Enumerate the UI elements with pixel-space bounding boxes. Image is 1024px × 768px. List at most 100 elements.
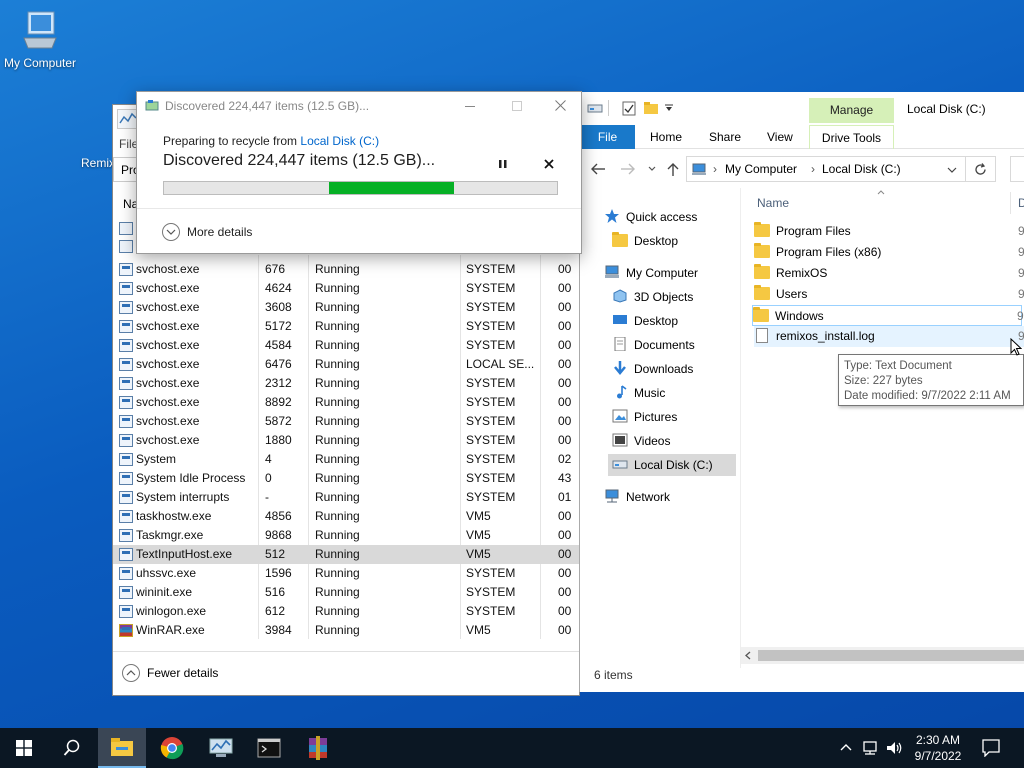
table-row[interactable]: svchost.exe 2312 Running SYSTEM 00	[113, 374, 579, 393]
taskbar-file-explorer[interactable]	[98, 728, 146, 768]
nav-pictures[interactable]: Pictures	[612, 406, 677, 428]
clock[interactable]: 2:30 AM 9/7/2022	[906, 732, 970, 764]
up-arrow-icon[interactable]	[666, 161, 680, 177]
nav-music[interactable]: Music	[612, 382, 665, 404]
horizontal-scrollbar[interactable]	[741, 647, 1024, 664]
nav-desktop[interactable]: Desktop	[612, 310, 678, 332]
column-header-date[interactable]: D	[1018, 196, 1024, 210]
taskbar-winrar[interactable]	[294, 728, 342, 768]
process-name: svchost.exe	[136, 319, 200, 333]
network-tray-icon[interactable]	[862, 740, 880, 756]
table-row[interactable]: svchost.exe 4584 Running SYSTEM 00	[113, 336, 579, 355]
drive-icon	[612, 460, 628, 469]
maximize-button[interactable]	[499, 94, 539, 118]
tab-home[interactable]: Home	[650, 125, 682, 149]
terminal-icon	[257, 738, 281, 758]
address-bar[interactable]: › My Computer › Local Disk (C:)	[686, 156, 966, 182]
table-row[interactable]: winlogon.exe 612 Running SYSTEM 00	[113, 602, 579, 621]
nav-3d-objects[interactable]: 3D Objects	[612, 286, 693, 308]
nav-desktop-pinned[interactable]: Desktop	[612, 230, 678, 252]
back-arrow-icon[interactable]	[590, 162, 606, 176]
volume-icon[interactable]	[886, 740, 904, 756]
manage-tab-header[interactable]: Manage	[809, 98, 894, 123]
taskbar: 2:30 AM 9/7/2022	[0, 728, 1024, 768]
show-hidden-icons-chevron-icon[interactable]	[840, 743, 852, 751]
taskbar-command-prompt[interactable]	[245, 728, 293, 768]
start-button[interactable]	[0, 728, 48, 768]
table-row[interactable]: Taskmgr.exe 9868 Running VM5 00	[113, 526, 579, 545]
cancel-button[interactable]	[539, 154, 559, 174]
nav-label: Desktop	[634, 234, 679, 248]
sort-up-icon	[877, 190, 885, 195]
table-row[interactable]: svchost.exe 5172 Running SYSTEM 00	[113, 317, 579, 336]
process-icon	[119, 472, 133, 485]
process-user: SYSTEM	[466, 585, 516, 599]
source-location-link[interactable]: Local Disk (C:)	[300, 134, 379, 148]
desktop-icon-my-computer[interactable]: My Computer	[0, 8, 80, 70]
table-row[interactable]: svchost.exe 6476 Running LOCAL SE... 00	[113, 355, 579, 374]
properties-icon[interactable]	[622, 101, 636, 116]
table-row[interactable]: svchost.exe 3608 Running SYSTEM 00	[113, 298, 579, 317]
scroll-left-icon[interactable]	[745, 651, 751, 660]
file-list-item[interactable]: Windows 9,	[752, 305, 1024, 326]
file-list-item[interactable]: Users 9,	[754, 284, 1024, 305]
minimize-button[interactable]	[455, 94, 495, 118]
address-dropdown-icon[interactable]	[947, 167, 957, 173]
file-list-item[interactable]: Program Files (x86) 9,	[754, 242, 1024, 263]
breadcrumb-local-disk[interactable]: Local Disk (C:)	[822, 162, 901, 176]
table-row[interactable]: svchost.exe 1880 Running SYSTEM 00	[113, 431, 579, 450]
fewer-details-button[interactable]: Fewer details	[121, 663, 218, 683]
tab-drive-tools[interactable]: Drive Tools	[809, 125, 894, 149]
table-row[interactable]: svchost.exe 8892 Running SYSTEM 00	[113, 393, 579, 412]
refresh-button[interactable]	[966, 156, 996, 182]
tab-view[interactable]: View	[767, 125, 793, 149]
nav-local-disk-selected[interactable]: Local Disk (C:)	[608, 454, 736, 476]
search-button[interactable]	[48, 728, 96, 768]
notifications-icon[interactable]	[982, 739, 1000, 757]
table-row[interactable]: System interrupts - Running SYSTEM 01	[113, 488, 579, 507]
taskbar-chrome[interactable]	[148, 728, 196, 768]
close-button[interactable]	[543, 94, 581, 118]
pause-button[interactable]	[493, 154, 513, 174]
search-box[interactable]	[1010, 156, 1024, 182]
tab-file[interactable]: File	[580, 125, 635, 149]
column-header-name[interactable]: Name	[757, 196, 789, 210]
forward-arrow-icon[interactable]	[620, 162, 636, 176]
table-row[interactable]: svchost.exe 676 Running SYSTEM 00	[113, 260, 579, 279]
scrollbar-thumb[interactable]	[758, 650, 1024, 661]
table-row[interactable]: svchost.exe 4624 Running SYSTEM 00	[113, 279, 579, 298]
process-pid: 1596	[265, 566, 292, 580]
file-list-item[interactable]: remixos_install.log9,	[754, 326, 1024, 347]
nav-videos[interactable]: Videos	[612, 430, 670, 452]
table-row[interactable]: wininit.exe 516 Running SYSTEM 00	[113, 583, 579, 602]
nav-quick-access[interactable]: Quick access	[604, 206, 697, 228]
nav-label: Videos	[634, 434, 671, 448]
process-user: SYSTEM	[466, 566, 516, 580]
desktop-icon-remix[interactable]: Remix	[58, 156, 118, 170]
recent-dropdown-icon[interactable]	[648, 166, 656, 172]
table-row[interactable]: taskhostw.exe 4856 Running VM5 00	[113, 507, 579, 526]
tab-share[interactable]: Share	[709, 125, 741, 149]
taskbar-task-manager[interactable]	[197, 728, 245, 768]
file-list-item[interactable]: RemixOS 9,	[754, 263, 1024, 284]
customize-dropdown-icon[interactable]	[665, 104, 673, 112]
nav-my-computer[interactable]: My Computer	[604, 262, 698, 284]
new-folder-icon[interactable]	[643, 101, 659, 115]
process-name: System interrupts	[136, 490, 230, 504]
nav-documents[interactable]: Documents	[612, 334, 695, 356]
process-icon	[119, 339, 133, 352]
table-row[interactable]: svchost.exe 5872 Running SYSTEM 00	[113, 412, 579, 431]
table-row[interactable]: WinRAR.exe 3984 Running VM5 00	[113, 621, 579, 640]
star-icon	[605, 209, 619, 223]
file-date: 9,	[1018, 224, 1024, 238]
table-row[interactable]: System 4 Running SYSTEM 02	[113, 450, 579, 469]
file-list-item[interactable]: Program Files 9,	[754, 221, 1024, 242]
process-cpu: 00	[558, 547, 572, 561]
nav-downloads[interactable]: Downloads	[612, 358, 693, 380]
breadcrumb-my-computer[interactable]: My Computer	[725, 162, 797, 176]
more-details-button[interactable]: More details	[161, 222, 252, 242]
nav-network[interactable]: Network	[604, 486, 670, 508]
table-row[interactable]: uhssvc.exe 1596 Running SYSTEM 00	[113, 564, 579, 583]
table-row[interactable]: TextInputHost.exe 512 Running VM5 00	[113, 545, 579, 564]
table-row[interactable]: System Idle Process 0 Running SYSTEM 43	[113, 469, 579, 488]
